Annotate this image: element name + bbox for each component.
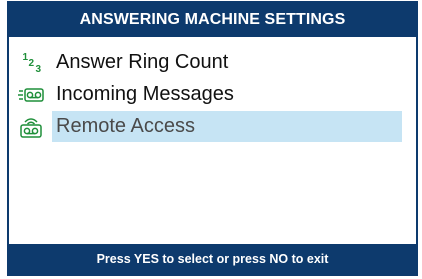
menu-item-label: Answer Ring Count: [56, 51, 229, 73]
selection-highlight: Remote Access: [52, 111, 402, 142]
menu-item-answer-ring-count[interactable]: 1 2 3 Answer Ring Count: [9, 47, 416, 78]
settings-menu: 1 2 3 Answer Ring Count Incoming Message…: [9, 47, 416, 143]
menu-item-label: Incoming Messages: [56, 83, 234, 105]
remote-access-tape-icon: [9, 111, 52, 142]
menu-item-remote-access[interactable]: Remote Access: [9, 111, 416, 142]
menu-item-incoming-messages[interactable]: Incoming Messages: [9, 79, 416, 110]
ring-count-icon: 1 2 3: [22, 51, 42, 75]
menu-item-label: Remote Access: [56, 115, 195, 137]
tape-messages-icon: [9, 79, 52, 110]
settings-screen: ANSWERING MACHINE SETTINGS 1 2 3 Answer …: [7, 1, 418, 276]
screen-title: ANSWERING MACHINE SETTINGS: [9, 3, 416, 37]
footer-hint: Press YES to select or press NO to exit: [9, 244, 416, 274]
